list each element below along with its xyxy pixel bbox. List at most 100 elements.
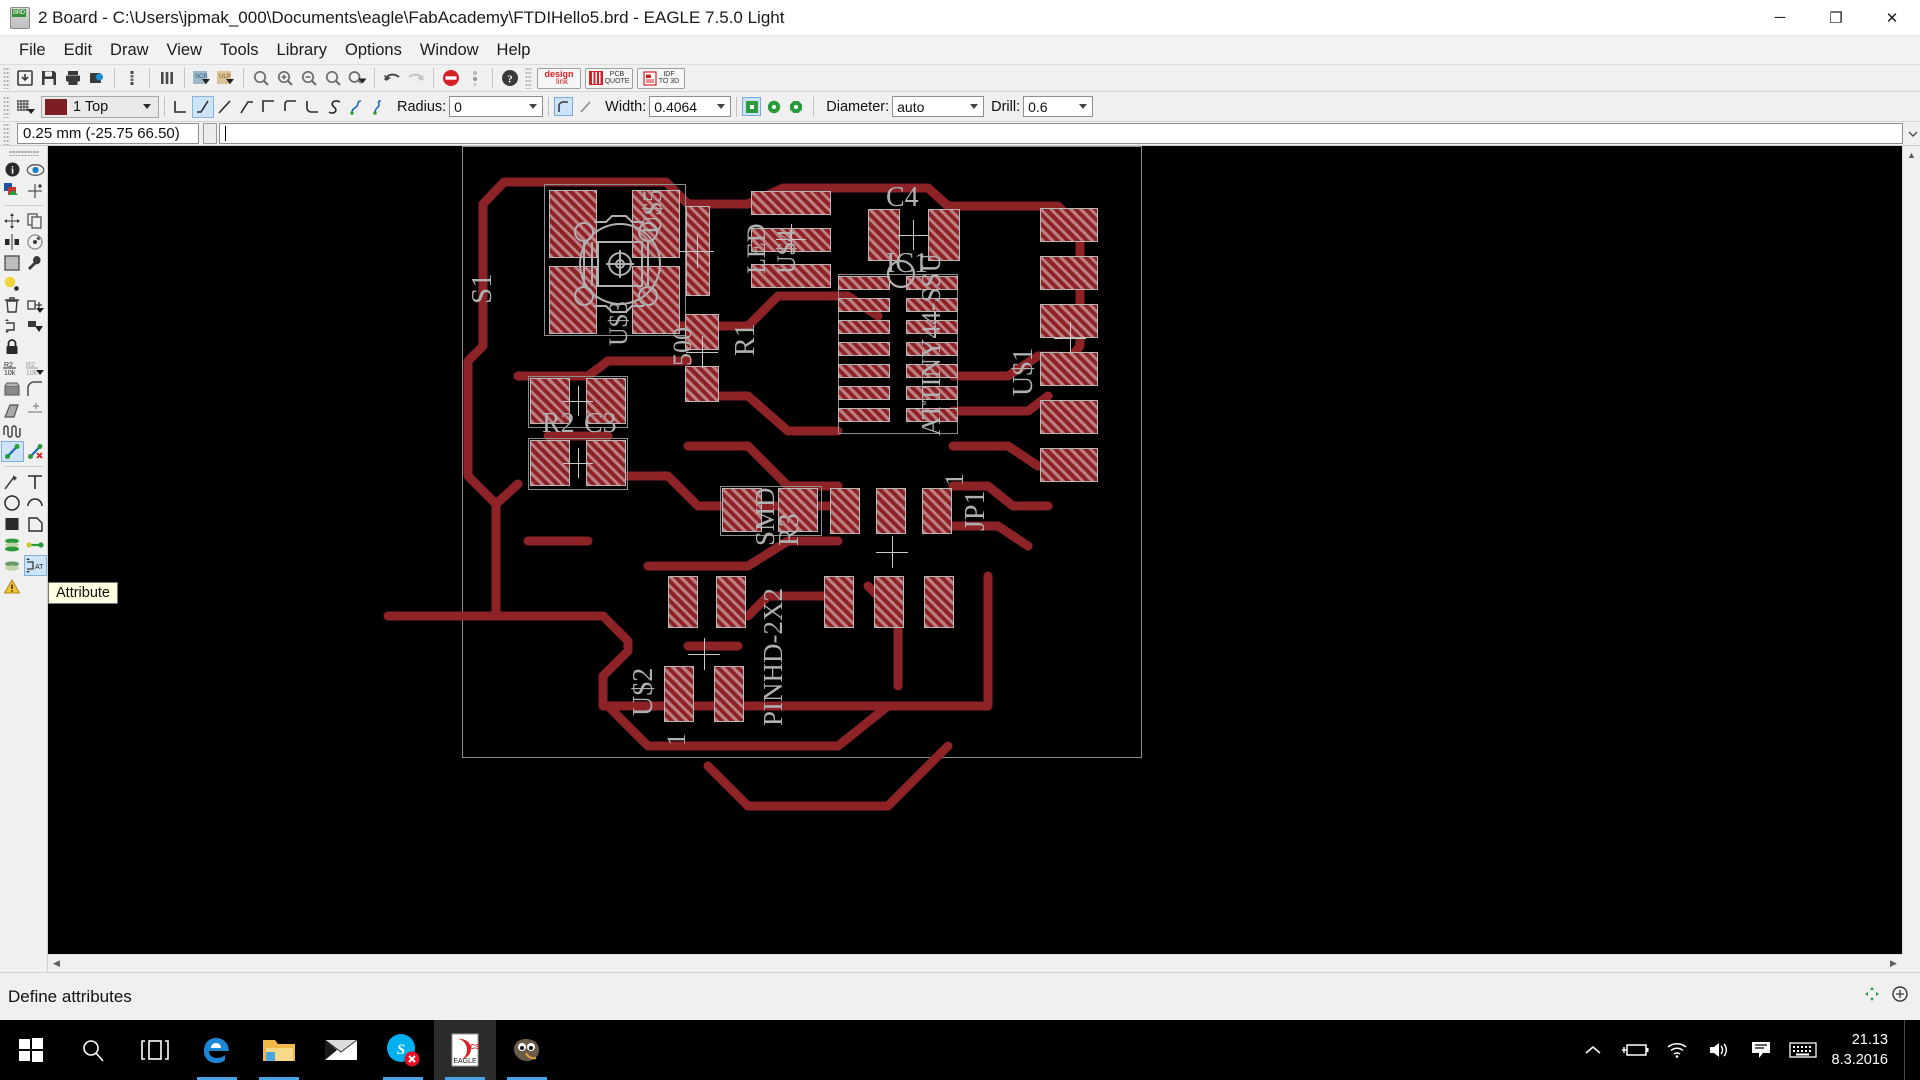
pcb-canvas[interactable]: S1 U$5 LED U$4 500 R1 C4 IC1 ATTINY44-SS… bbox=[48, 146, 1902, 954]
pcb-quote-button[interactable]: PCB QUOTE bbox=[585, 67, 633, 89]
taskbar-app-file-explorer[interactable] bbox=[248, 1020, 310, 1080]
optimize-icon[interactable] bbox=[24, 399, 47, 420]
redo-icon[interactable] bbox=[404, 66, 428, 90]
mark-icon[interactable] bbox=[24, 180, 47, 201]
print-icon[interactable] bbox=[61, 66, 85, 90]
straight-miter-icon[interactable] bbox=[576, 97, 595, 116]
vertical-scrollbar[interactable]: ▲ bbox=[1902, 146, 1920, 954]
change-icon[interactable] bbox=[24, 252, 47, 273]
menu-file[interactable]: File bbox=[10, 39, 55, 62]
layer-settings-icon[interactable] bbox=[155, 66, 179, 90]
menu-tools[interactable]: Tools bbox=[211, 39, 268, 62]
command-chevron-down-icon[interactable] bbox=[1905, 123, 1920, 144]
wire-icon[interactable] bbox=[1, 471, 24, 492]
open-icon[interactable] bbox=[13, 66, 37, 90]
mirror-icon[interactable] bbox=[1, 231, 24, 252]
start-button[interactable] bbox=[0, 1020, 62, 1080]
wire-bend-1[interactable] bbox=[192, 95, 214, 118]
drc-icon[interactable] bbox=[120, 66, 144, 90]
zoom-in-icon[interactable] bbox=[273, 66, 297, 90]
wire-bend-4[interactable] bbox=[258, 96, 280, 118]
wire-bend-7[interactable] bbox=[324, 96, 346, 118]
wire-bend-3[interactable] bbox=[236, 96, 258, 118]
menu-options[interactable]: Options bbox=[336, 39, 411, 62]
paste-icon[interactable] bbox=[1, 273, 24, 294]
idf-to-3d-button[interactable]: IDF TO 3D bbox=[637, 67, 685, 89]
name-icon[interactable]: R2 10k bbox=[1, 357, 24, 378]
zoom-select-icon[interactable] bbox=[321, 66, 345, 90]
stop-icon[interactable] bbox=[439, 66, 463, 90]
touch-keyboard-icon[interactable] bbox=[1782, 1020, 1824, 1080]
wire-bend-6[interactable] bbox=[302, 96, 324, 118]
taskbar-app-skype[interactable]: S bbox=[372, 1020, 434, 1080]
copy-icon[interactable] bbox=[24, 210, 47, 231]
info-icon[interactable]: i bbox=[1, 159, 24, 180]
horizontal-scrollbar[interactable]: ◀ ▶ bbox=[48, 954, 1902, 972]
drill-field[interactable]: 0.6 bbox=[1023, 96, 1094, 117]
wire-bend-8[interactable] bbox=[346, 96, 368, 118]
via-square-icon[interactable] bbox=[742, 97, 762, 116]
close-button[interactable]: ✕ bbox=[1864, 0, 1920, 36]
smash-icon[interactable] bbox=[1, 378, 24, 399]
more-icon[interactable] bbox=[463, 66, 487, 90]
command-history-button[interactable] bbox=[203, 123, 217, 144]
taskbar-app-eagle[interactable]: CS EAGLE bbox=[434, 1020, 496, 1080]
grid-icon[interactable] bbox=[13, 95, 37, 119]
wire-bend-9[interactable] bbox=[368, 96, 390, 118]
script-icon[interactable]: SCR bbox=[190, 66, 214, 90]
show-icon[interactable] bbox=[24, 159, 47, 180]
search-button[interactable] bbox=[62, 1020, 124, 1080]
task-view-button[interactable] bbox=[124, 1020, 186, 1080]
warning2-icon[interactable] bbox=[24, 576, 47, 597]
radius-field[interactable]: 0 bbox=[449, 96, 544, 117]
help-icon[interactable]: ? bbox=[498, 66, 522, 90]
taskbar-app-mail[interactable] bbox=[310, 1020, 372, 1080]
cam-processor-icon[interactable] bbox=[85, 66, 109, 90]
redraw-icon[interactable] bbox=[345, 66, 369, 90]
command-input[interactable] bbox=[219, 123, 1903, 144]
options-toolbar-grip[interactable] bbox=[3, 95, 10, 118]
save-icon[interactable] bbox=[37, 66, 61, 90]
polygon-icon[interactable] bbox=[24, 513, 47, 534]
group-icon[interactable] bbox=[1, 252, 24, 273]
hole-icon[interactable] bbox=[1, 555, 24, 576]
tool-palette-grip[interactable] bbox=[8, 150, 39, 156]
taskbar-app-edge[interactable] bbox=[186, 1020, 248, 1080]
display-icon[interactable] bbox=[1, 180, 24, 201]
battery-charging-icon[interactable] bbox=[1614, 1020, 1656, 1080]
miter-icon[interactable] bbox=[24, 378, 47, 399]
undo-icon[interactable] bbox=[380, 66, 404, 90]
wire-bend-2[interactable] bbox=[214, 96, 236, 118]
toolbar-grip-2[interactable] bbox=[525, 67, 532, 89]
width-field[interactable]: 0.4064 bbox=[649, 96, 732, 117]
pinswap-icon[interactable] bbox=[1, 315, 24, 336]
menu-draw[interactable]: Draw bbox=[101, 39, 158, 62]
volume-icon[interactable] bbox=[1698, 1020, 1740, 1080]
run-ulp-icon[interactable]: ULP bbox=[214, 66, 238, 90]
coordbar-grip[interactable] bbox=[3, 122, 10, 145]
menu-edit[interactable]: Edit bbox=[55, 39, 101, 62]
add-icon[interactable] bbox=[24, 294, 47, 315]
lock-icon[interactable] bbox=[1, 336, 24, 357]
diameter-field[interactable]: auto bbox=[892, 96, 985, 117]
route-icon[interactable] bbox=[0, 441, 24, 462]
meander-icon[interactable] bbox=[1, 420, 24, 441]
menu-view[interactable]: View bbox=[158, 39, 211, 62]
layer-select[interactable]: 1 Top bbox=[41, 95, 159, 118]
circle-icon[interactable] bbox=[1, 492, 24, 513]
warning-icon[interactable] bbox=[1, 576, 24, 597]
via-octagon-icon[interactable] bbox=[786, 97, 805, 116]
arc-icon[interactable] bbox=[24, 492, 47, 513]
attribute-icon[interactable]: AT bbox=[23, 555, 47, 576]
scroll-up-arrow[interactable]: ▲ bbox=[1903, 146, 1920, 163]
via-icon[interactable] bbox=[1, 534, 24, 555]
toolbar-grip[interactable] bbox=[3, 67, 10, 89]
signal-icon[interactable] bbox=[24, 534, 47, 555]
menu-help[interactable]: Help bbox=[488, 39, 540, 62]
lock2-icon[interactable] bbox=[24, 336, 47, 357]
show-hidden-icons-chevron-icon[interactable] bbox=[1572, 1020, 1614, 1080]
menu-library[interactable]: Library bbox=[268, 39, 336, 62]
clock[interactable]: 21.13 8.3.2016 bbox=[1824, 1020, 1904, 1080]
meander2-icon[interactable] bbox=[24, 420, 47, 441]
action-center-icon[interactable] bbox=[1740, 1020, 1782, 1080]
